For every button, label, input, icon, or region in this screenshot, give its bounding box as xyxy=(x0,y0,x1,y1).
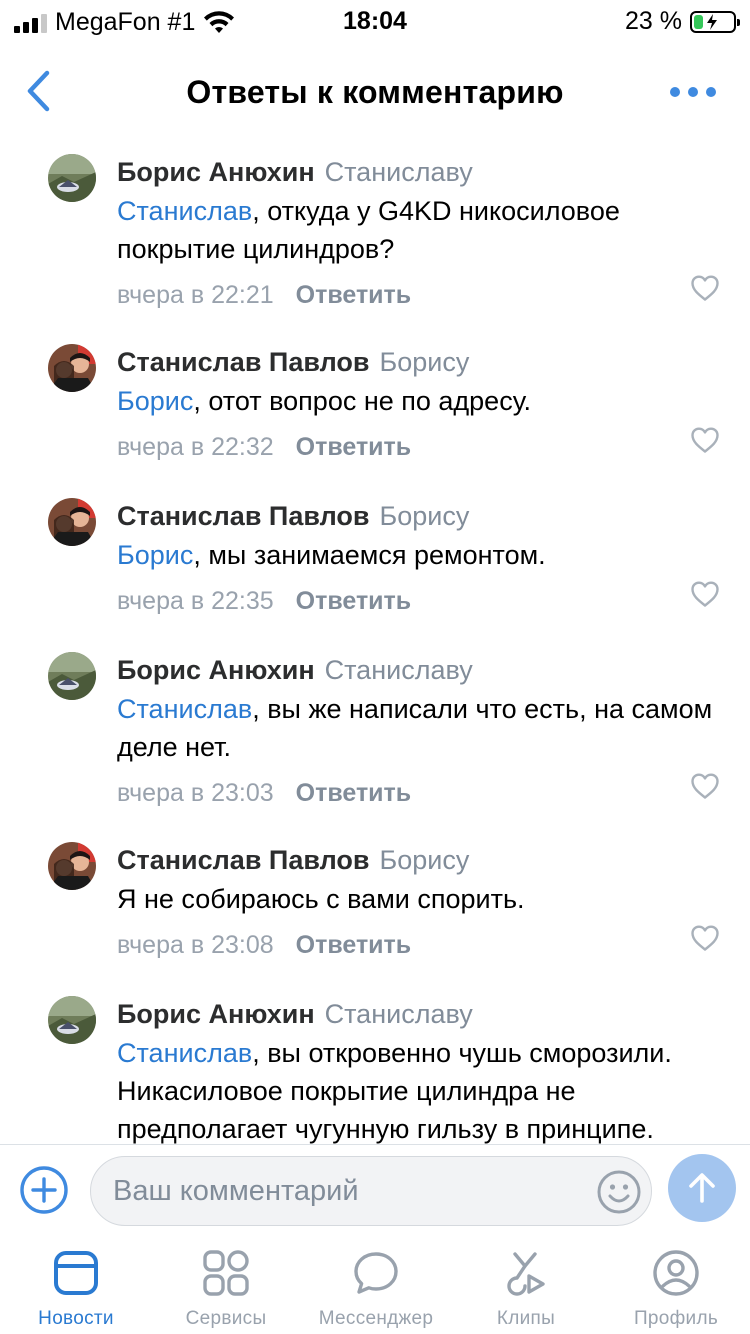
comments-list[interactable]: Борис Анюхин Станиславу Станислав, откуда… xyxy=(0,136,750,1144)
arrow-up-icon xyxy=(689,1173,715,1203)
comment-meta: вчера в 23:08 Ответить xyxy=(117,928,717,962)
add-attachment-icon[interactable] xyxy=(19,1165,69,1215)
comment-meta: вчера в 22:35 Ответить xyxy=(117,584,717,618)
tab-profile[interactable]: Профиль xyxy=(601,1248,750,1334)
comment-author[interactable]: Станислав Павлов xyxy=(117,845,369,875)
avatar[interactable] xyxy=(48,652,96,700)
comment-text-body: , отот вопрос не по адресу. xyxy=(193,386,532,416)
tab-label: Сервисы xyxy=(185,1308,267,1329)
heart-icon[interactable] xyxy=(690,924,720,952)
comment-mention[interactable]: Станислав xyxy=(117,196,252,226)
comment-header: Станислав Павлов Борису xyxy=(117,344,717,380)
comment-text-body: Я не собираюсь с вами спорить. xyxy=(117,884,525,914)
reply-button[interactable]: Ответить xyxy=(296,779,412,807)
heart-icon[interactable] xyxy=(690,426,720,454)
comment-mention[interactable]: Борис xyxy=(117,540,193,570)
comment-reply-to[interactable]: Станиславу xyxy=(325,157,473,187)
tab-news[interactable]: Новости xyxy=(1,1248,151,1334)
avatar[interactable] xyxy=(48,996,96,1044)
comment-text-body: , мы занимаемся ремонтом. xyxy=(193,540,546,570)
comment-text: Станислав, откуда у G4KD никосиловое пок… xyxy=(117,192,717,268)
more-dot-icon xyxy=(670,87,680,97)
comment-author[interactable]: Борис Анюхин xyxy=(117,157,315,187)
comment-reply-to[interactable]: Борису xyxy=(379,347,469,377)
comment-text: Станислав, вы откровенно чушь сморозили.… xyxy=(117,1034,717,1144)
tab-services[interactable]: Сервисы xyxy=(151,1248,301,1334)
comment-author[interactable]: Станислав Павлов xyxy=(117,501,369,531)
status-bar: MegaFon #1 18:04 23 % xyxy=(0,0,750,40)
tab-messenger[interactable]: Мессенджер xyxy=(301,1248,451,1334)
screen: MegaFon #1 18:04 23 % Ответы к комментар… xyxy=(0,0,750,1334)
avatar[interactable] xyxy=(48,154,96,202)
tab-label: Профиль xyxy=(633,1308,719,1329)
comment-reply-to[interactable]: Станиславу xyxy=(325,655,473,685)
comment-body: Станислав Павлов Борису Борис, мы занимае… xyxy=(117,498,717,618)
comment-text: Борис, мы занимаемся ремонтом. xyxy=(117,536,717,574)
status-right: 23 % xyxy=(625,7,740,36)
comment-text: Станислав, вы же написали что есть, на с… xyxy=(117,690,717,766)
nav-bar: Ответы к комментарию xyxy=(0,48,750,136)
comment-input-bar xyxy=(0,1144,750,1234)
avatar[interactable] xyxy=(48,344,96,392)
battery-icon xyxy=(690,10,740,33)
comment-mention[interactable]: Станислав xyxy=(117,694,252,724)
comment-body: Борис Анюхин Станиславу Станислав, откуда… xyxy=(117,154,717,312)
comment-reply-to[interactable]: Борису xyxy=(379,845,469,875)
more-button[interactable] xyxy=(670,78,716,106)
avatar[interactable] xyxy=(48,842,96,890)
comment-body: Станислав Павлов Борису Я не собираюсь с … xyxy=(117,842,717,962)
comment-header: Станислав Павлов Борису xyxy=(117,842,717,878)
comment-body: Борис Анюхин Станиславу Станислав, вы же … xyxy=(117,652,717,810)
messenger-icon xyxy=(354,1252,398,1294)
comment-header: Борис Анюхин Станиславу xyxy=(117,996,717,1032)
comment-meta: вчера в 22:21 Ответить xyxy=(117,278,717,312)
comment-meta: вчера в 22:32 Ответить xyxy=(117,430,717,464)
tab-label: Мессенджер xyxy=(318,1308,434,1329)
comment-mention[interactable]: Станислав xyxy=(117,1038,252,1068)
comment-time: вчера в 23:08 xyxy=(117,931,274,959)
clips-icon xyxy=(507,1252,545,1296)
comment-time: вчера в 22:35 xyxy=(117,587,274,615)
comment-header: Станислав Павлов Борису xyxy=(117,498,717,534)
heart-icon[interactable] xyxy=(690,274,720,302)
reply-button[interactable]: Ответить xyxy=(296,931,412,959)
avatar[interactable] xyxy=(48,498,96,546)
comment-time: вчера в 22:32 xyxy=(117,433,274,461)
reply-button[interactable]: Ответить xyxy=(296,433,412,461)
battery-level xyxy=(694,14,703,29)
comment-author[interactable]: Станислав Павлов xyxy=(117,347,369,377)
tab-label: Клипы xyxy=(496,1308,556,1329)
comment-input[interactable] xyxy=(90,1156,652,1226)
more-dot-icon xyxy=(688,87,698,97)
comment-time: вчера в 22:21 xyxy=(117,281,274,309)
comment-text: Борис, отот вопрос не по адресу. xyxy=(117,382,717,420)
reply-button[interactable]: Ответить xyxy=(296,587,412,615)
tab-bar: Новости Сервисы Мессенджер Клипы Профиль xyxy=(0,1234,750,1334)
comment-text: Я не собираюсь с вами спорить. xyxy=(117,880,717,918)
services-icon xyxy=(203,1250,249,1296)
comment-meta: вчера в 23:03 Ответить xyxy=(117,776,717,810)
tab-clips[interactable]: Клипы xyxy=(451,1248,601,1334)
tab-label: Новости xyxy=(38,1308,114,1329)
emoji-icon[interactable] xyxy=(596,1169,642,1215)
comment-reply-to[interactable]: Борису xyxy=(379,501,469,531)
comment-body: Борис Анюхин Станиславу Станислав, вы отк… xyxy=(117,996,717,1144)
comment-reply-to[interactable]: Станиславу xyxy=(325,999,473,1029)
page-title: Ответы к комментарию xyxy=(186,74,564,110)
heart-icon[interactable] xyxy=(690,580,720,608)
news-icon xyxy=(54,1251,98,1295)
comment-body: Станислав Павлов Борису Борис, отот вопро… xyxy=(117,344,717,464)
comment-mention[interactable]: Борис xyxy=(117,386,193,416)
more-dot-icon xyxy=(706,87,716,97)
battery-percent: 23 % xyxy=(625,7,682,35)
comment-author[interactable]: Борис Анюхин xyxy=(117,655,315,685)
comment-time: вчера в 23:03 xyxy=(117,779,274,807)
comment-author[interactable]: Борис Анюхин xyxy=(117,999,315,1029)
send-button[interactable] xyxy=(668,1154,736,1222)
profile-icon xyxy=(653,1250,699,1296)
comment-header: Борис Анюхин Станиславу xyxy=(117,652,717,688)
reply-button[interactable]: Ответить xyxy=(296,281,412,309)
heart-icon[interactable] xyxy=(690,772,720,800)
comment-header: Борис Анюхин Станиславу xyxy=(117,154,717,190)
